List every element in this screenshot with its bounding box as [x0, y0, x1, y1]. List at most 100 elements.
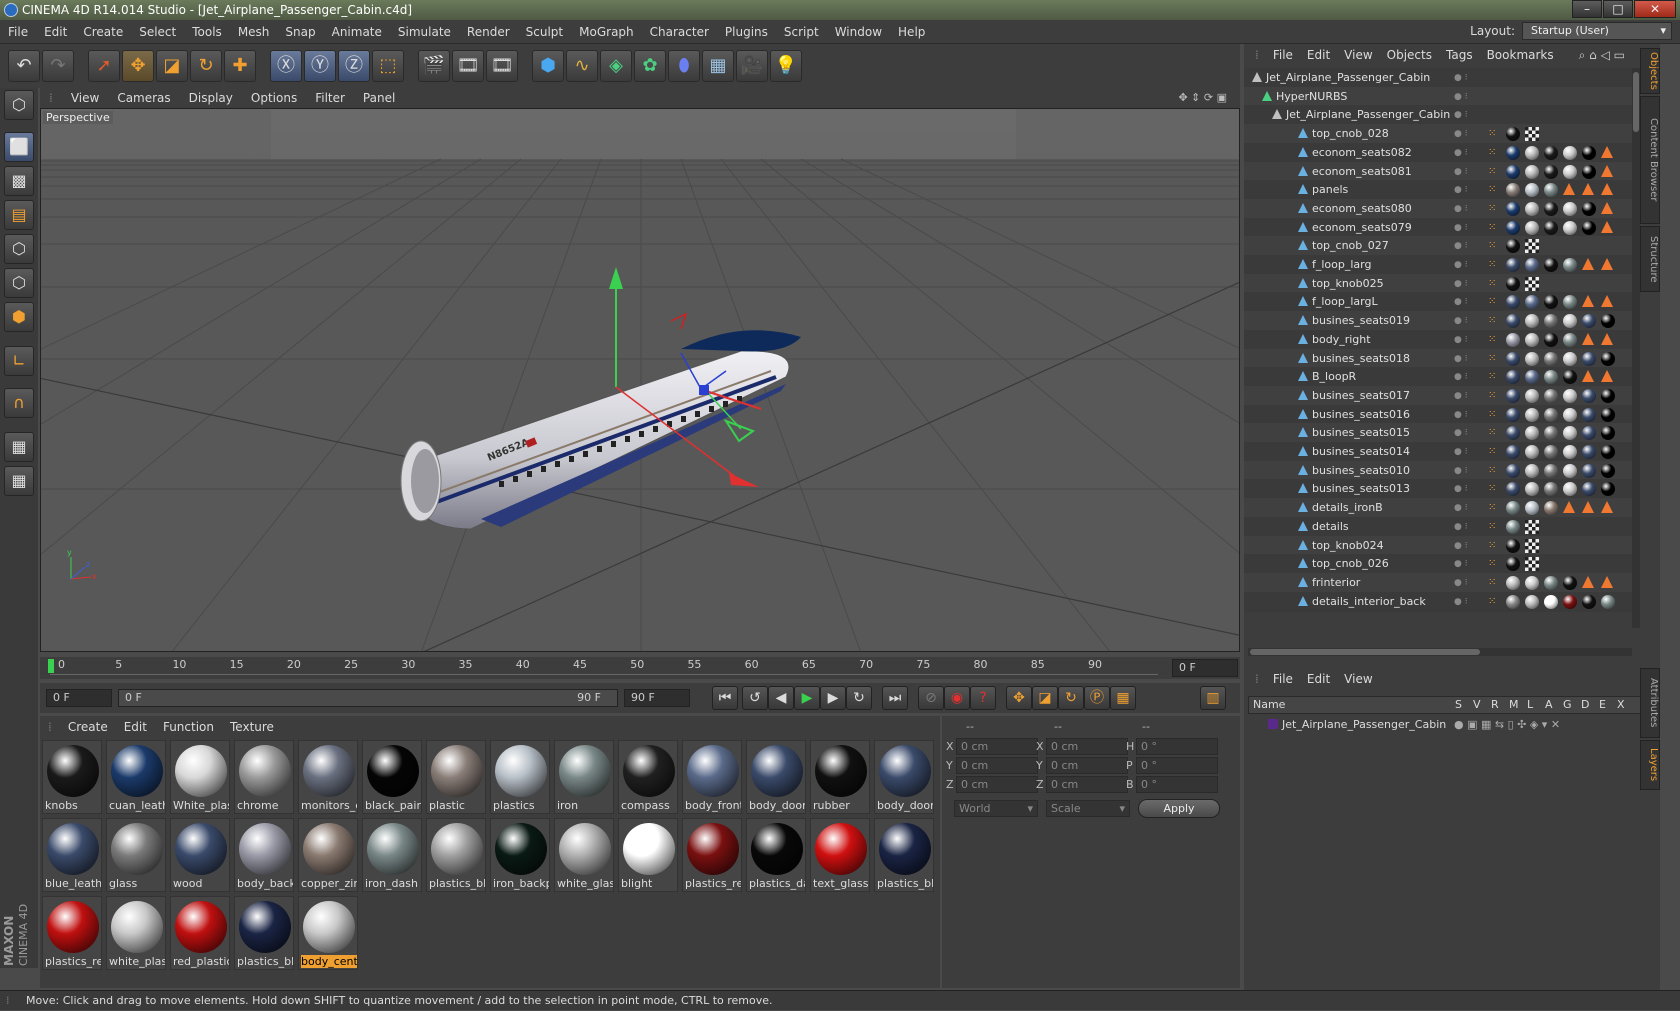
redo-button[interactable]: ↷ [42, 50, 74, 82]
material-tag-icon[interactable] [1601, 407, 1615, 422]
vp-menu-view[interactable]: View [62, 88, 108, 108]
material-swatch[interactable]: white_glas [554, 818, 614, 892]
menu-script[interactable]: Script [776, 20, 827, 44]
material-tag-icon[interactable] [1506, 557, 1520, 572]
visibility-dots[interactable]: ● ⁝ [1454, 292, 1468, 312]
coord-value-field[interactable]: 0 ° [1136, 738, 1218, 755]
object-row[interactable]: B_loopR ● ⁝ ⁙ [1244, 367, 1634, 388]
visibility-dots[interactable]: ● ⁝ [1454, 143, 1468, 163]
model-mode-button[interactable]: ⬜ [4, 132, 34, 162]
visibility-dots[interactable]: ● ⁝ [1454, 87, 1468, 107]
texture-mode-button[interactable]: ▩ [4, 166, 34, 196]
material-tag-icon[interactable] [1506, 501, 1520, 516]
phong-tag-icon[interactable]: ⁙ [1488, 367, 1496, 387]
material-tag-icon[interactable] [1525, 351, 1539, 366]
material-tag-icon[interactable] [1582, 145, 1596, 160]
material-tag-icon[interactable] [1601, 314, 1615, 329]
material-tag-icon[interactable] [1563, 370, 1577, 385]
material-tag-icon[interactable] [1544, 370, 1558, 385]
material-tag-icon[interactable] [1544, 201, 1558, 216]
next-frame-button[interactable]: ▶ [820, 686, 846, 710]
object-row[interactable]: panels ● ⁝ ⁙ [1244, 180, 1634, 201]
phong-tag-icon[interactable]: ⁙ [1488, 498, 1496, 518]
layer-col-m[interactable]: M [1509, 698, 1519, 711]
phong-tag-icon[interactable]: ⁙ [1488, 124, 1496, 144]
phong-tag-icon[interactable]: ⁙ [1488, 554, 1496, 574]
material-swatch[interactable]: blue_leath [42, 818, 102, 892]
phong-tag-icon[interactable]: ⁙ [1488, 236, 1496, 256]
menu-mograph[interactable]: MoGraph [571, 20, 642, 44]
phong-tag-icon[interactable]: ⁙ [1488, 423, 1496, 443]
menu-window[interactable]: Window [827, 20, 890, 44]
material-tag-icon[interactable] [1506, 164, 1520, 179]
warning-tag-icon[interactable] [1601, 220, 1613, 233]
polygons-mode-button[interactable]: ⬢ [4, 302, 34, 332]
material-tag-icon[interactable] [1506, 575, 1520, 590]
object-row[interactable]: econom_seats079 ● ⁝ ⁙ [1244, 217, 1634, 238]
material-tag-icon[interactable] [1544, 501, 1558, 516]
warning-tag-icon[interactable] [1582, 258, 1594, 270]
viewport-nav-icons[interactable]: ✥ ⇕ ⟳ ▣ [1169, 88, 1236, 108]
material-tag-icon[interactable] [1506, 183, 1520, 198]
material-tag-icon[interactable] [1525, 220, 1539, 235]
mat-menu-function[interactable]: Function [155, 716, 222, 738]
object-row[interactable]: f_loop_largL ● ⁝ ⁙ [1244, 292, 1634, 313]
material-tag-icon[interactable] [1601, 463, 1615, 478]
material-tag-icon[interactable] [1563, 332, 1577, 347]
object-row[interactable]: f_loop_larg ● ⁝ ⁙ [1244, 255, 1634, 275]
workplane-mode-button[interactable]: ▤ [4, 200, 34, 230]
object-row[interactable]: busines_seats018 ● ⁝ ⁙ [1244, 348, 1634, 369]
object-row[interactable]: busines_seats019 ● ⁝ ⁙ [1244, 311, 1634, 332]
nurbs-button[interactable]: ◈ [600, 50, 632, 82]
material-tag-icon[interactable] [1563, 295, 1577, 310]
phong-tag-icon[interactable]: ⁙ [1488, 592, 1496, 612]
checker-texture-tag-icon[interactable] [1525, 557, 1539, 572]
mat-menu-edit[interactable]: Edit [116, 716, 155, 738]
visibility-dots[interactable]: ● ⁝ [1454, 68, 1468, 88]
layer-toggle-icons[interactable]: ● ▣ ▦ ⇆ ▯ ✣ ◈ ▾ ✕ [1454, 716, 1560, 734]
mat-menu-texture[interactable]: Texture [222, 716, 282, 738]
rotate-tool-button[interactable]: ↻ [190, 50, 222, 82]
camera-button[interactable]: 🎥 [736, 50, 768, 82]
material-tag-icon[interactable] [1601, 445, 1615, 459]
object-row[interactable]: Jet_Airplane_Passenger_Cabin ● ⁝ [1244, 105, 1634, 126]
material-tag-icon[interactable] [1563, 575, 1577, 590]
material-tag-icon[interactable] [1506, 201, 1520, 216]
material-swatch[interactable]: plastic [426, 740, 486, 814]
material-tag-icon[interactable] [1582, 426, 1596, 441]
sidetab-content-browser[interactable]: Content Browser [1640, 96, 1660, 224]
floor-button[interactable]: ▦ [702, 50, 734, 82]
object-row[interactable]: HyperNURBS ● ⁝ [1244, 86, 1634, 107]
warning-tag-icon[interactable] [1563, 183, 1575, 196]
search-icon[interactable]: ⌕ ⌂ ◁ ▭ [1572, 44, 1632, 66]
phong-tag-icon[interactable]: ⁙ [1488, 479, 1496, 499]
material-swatch[interactable]: blight [618, 818, 678, 892]
timeline-ruler[interactable]: 0 5 10 15 20 25 30 35 40 45 50 55 60 65 70 75 80 85 90 0 F [40, 657, 1240, 679]
material-tag-icon[interactable] [1582, 463, 1596, 478]
material-swatch[interactable]: body_front [682, 740, 742, 814]
coord-value-field[interactable]: 0 cm [956, 757, 1038, 774]
obj-menu-objects[interactable]: Objects [1380, 44, 1439, 66]
min-time-field[interactable]: 0 F [46, 689, 112, 707]
menu-edit[interactable]: Edit [36, 20, 75, 44]
object-row[interactable]: busines_seats010 ● ⁝ ⁙ [1244, 460, 1634, 481]
material-tag-icon[interactable] [1525, 463, 1539, 478]
material-tag-icon[interactable] [1544, 445, 1558, 459]
material-tag-icon[interactable] [1601, 426, 1615, 441]
layer-col-s[interactable]: S [1455, 698, 1462, 711]
material-swatch[interactable]: monitors_e [298, 740, 358, 814]
phong-tag-icon[interactable]: ⁙ [1488, 573, 1496, 593]
next-key-button[interactable]: ↻ [846, 686, 872, 710]
vp-menu-display[interactable]: Display [180, 88, 242, 108]
checker-texture-tag-icon[interactable] [1525, 239, 1539, 254]
visibility-dots[interactable]: ● ⁝ [1454, 536, 1468, 556]
object-tree-scrollbar[interactable] [1632, 68, 1640, 628]
warning-tag-icon[interactable] [1601, 183, 1613, 196]
key-rotation-button[interactable]: ↻ [1058, 686, 1084, 710]
material-tag-icon[interactable] [1506, 482, 1520, 497]
hscroll-thumb[interactable] [1250, 649, 1480, 655]
object-row[interactable]: busines_seats014 ● ⁝ ⁙ [1244, 442, 1634, 462]
material-swatch[interactable]: iron_dash [362, 818, 422, 892]
object-row[interactable]: top_cnob_027 ● ⁝ ⁙ [1244, 236, 1634, 257]
material-tag-icon[interactable] [1525, 201, 1539, 216]
